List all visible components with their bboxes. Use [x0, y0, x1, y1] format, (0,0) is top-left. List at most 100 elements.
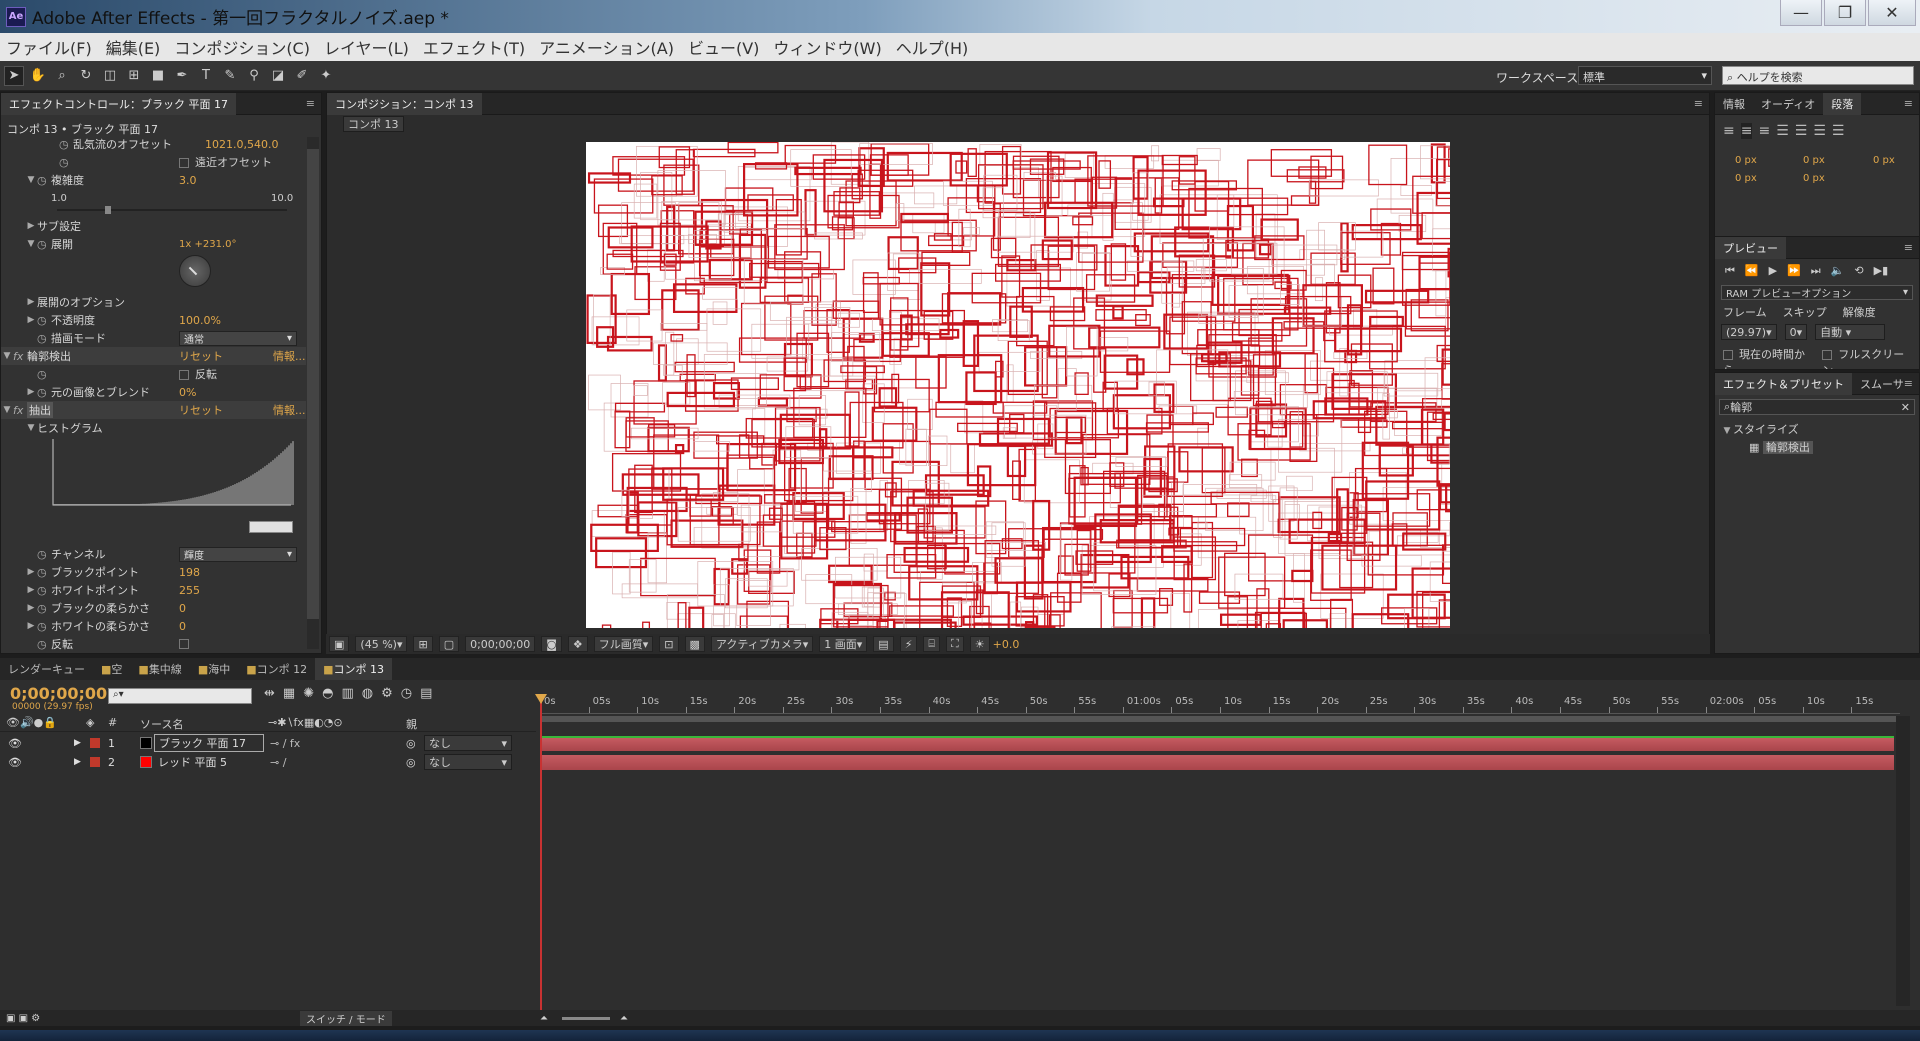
- visibility-icon[interactable]: 👁: [8, 756, 22, 769]
- camera-dropdown[interactable]: アクティブカメラ ▾: [710, 636, 814, 652]
- tab-composition[interactable]: コンポジション：コンポ 13: [327, 93, 482, 115]
- slider-thumb[interactable]: [105, 206, 111, 214]
- from-current-checkbox[interactable]: [1723, 350, 1733, 360]
- draft-3d-icon[interactable]: ✺: [303, 686, 314, 701]
- histogram-range-handle[interactable]: [249, 521, 293, 533]
- tab-info[interactable]: 情報: [1715, 93, 1753, 115]
- fast-preview-icon[interactable]: ⚡: [899, 636, 918, 652]
- switch-mode-toggle[interactable]: スイッチ / モード: [300, 1010, 392, 1026]
- prev-frame-icon[interactable]: ⏪: [1745, 264, 1759, 278]
- tab-comp-underwater[interactable]: ■ 海中: [190, 658, 238, 680]
- channel-icon[interactable]: ❖: [567, 636, 588, 652]
- eraser-tool-icon[interactable]: ◪: [268, 66, 288, 86]
- shy-layers-icon[interactable]: ◓: [322, 686, 333, 701]
- exposure-value[interactable]: +0.0: [993, 638, 1020, 651]
- complexity-slider[interactable]: [57, 206, 287, 214]
- minimize-button[interactable]: —: [1780, 0, 1822, 26]
- tab-effect-controls[interactable]: エフェクトコントロール：ブラック 平面 17: [1, 93, 236, 115]
- comp-breadcrumb[interactable]: コンポ 13: [343, 116, 404, 132]
- help-search-input[interactable]: ⌕ ヘルプを検索: [1722, 66, 1914, 85]
- expand-icon[interactable]: ▶: [25, 603, 37, 613]
- align-right-icon[interactable]: ≡: [1758, 123, 1770, 139]
- effect-extract[interactable]: 抽出: [27, 402, 53, 418]
- text-tool-icon[interactable]: T: [196, 66, 216, 86]
- fullscreen-checkbox[interactable]: [1822, 350, 1833, 360]
- layer-duration-bar[interactable]: [542, 736, 1894, 751]
- source-name-column[interactable]: ソース名: [140, 716, 183, 732]
- expand-icon[interactable]: ▼: [1, 405, 13, 415]
- menu-view[interactable]: ビュー(V): [688, 35, 759, 59]
- grid-icon[interactable]: ⊞: [413, 636, 433, 652]
- tab-paragraph[interactable]: 段落: [1823, 93, 1862, 115]
- white-softness-value[interactable]: 0: [179, 620, 186, 633]
- expand-icon[interactable]: ▶: [25, 221, 37, 231]
- stopwatch-icon[interactable]: ◷: [37, 638, 51, 651]
- parent-pickwhip-icon[interactable]: ◎: [406, 756, 416, 769]
- work-area-bar[interactable]: [540, 716, 1900, 722]
- stopwatch-icon[interactable]: ◷: [37, 620, 51, 633]
- expand-icon[interactable]: ▶: [25, 585, 37, 595]
- panel-menu-icon[interactable]: ≡: [1694, 97, 1703, 110]
- expand-icon[interactable]: ▶: [25, 621, 37, 631]
- rectangle-tool-icon[interactable]: ■: [148, 66, 168, 86]
- evolution-dial-icon[interactable]: [179, 255, 211, 287]
- expand-icon[interactable]: ▶: [74, 757, 81, 767]
- tab-effects-presets[interactable]: エフェクト＆プリセット: [1715, 373, 1852, 395]
- expand-icon[interactable]: ▶: [25, 567, 37, 577]
- info-link[interactable]: 情報...: [273, 402, 306, 418]
- menu-layer[interactable]: レイヤー(L): [324, 35, 409, 59]
- expand-icon[interactable]: ▶: [25, 315, 37, 325]
- clone-tool-icon[interactable]: ⚲: [244, 66, 264, 86]
- layer-name[interactable]: レッド 平面 5: [158, 754, 227, 770]
- fx-icon[interactable]: fx: [13, 350, 27, 363]
- pan-behind-tool-icon[interactable]: ⊞: [124, 66, 144, 86]
- stopwatch-icon[interactable]: ◷: [37, 386, 51, 399]
- panel-menu-icon[interactable]: ≡: [1904, 377, 1913, 390]
- zoom-tool-icon[interactable]: ⌕: [52, 66, 72, 86]
- always-preview-icon[interactable]: ▣: [329, 636, 350, 652]
- camera-tool-icon[interactable]: ◫: [100, 66, 120, 86]
- transparency-grid-icon[interactable]: ▩: [684, 636, 705, 652]
- stopwatch-icon[interactable]: ◷: [59, 138, 73, 151]
- first-frame-icon[interactable]: ⏮: [1725, 264, 1735, 278]
- layer-name[interactable]: ブラック 平面 17: [154, 734, 264, 752]
- stopwatch-icon[interactable]: ◷: [37, 566, 51, 579]
- fx-icon[interactable]: fx: [13, 404, 27, 417]
- play-icon[interactable]: ▶: [1769, 264, 1777, 278]
- stopwatch-icon[interactable]: ◷: [37, 332, 51, 345]
- reset-link[interactable]: リセット: [179, 348, 223, 364]
- ram-preview-icon[interactable]: ▶▮: [1874, 264, 1889, 278]
- zoom-dropdown[interactable]: (45 %) ▾: [355, 636, 408, 652]
- opacity-value[interactable]: 100.0%: [179, 314, 221, 327]
- effect-controls-scrollbar[interactable]: [307, 137, 319, 649]
- hand-tool-icon[interactable]: ✋: [28, 66, 48, 86]
- motion-blur-icon[interactable]: ◍: [362, 686, 373, 701]
- live-update-icon[interactable]: ▦: [283, 686, 295, 701]
- black-softness-value[interactable]: 0: [179, 602, 186, 615]
- justify-center-icon[interactable]: ☰: [1795, 123, 1808, 139]
- indent-first-value[interactable]: 0 px: [1873, 155, 1895, 166]
- indent-right-value[interactable]: 0 px: [1803, 155, 1825, 166]
- expand-icon[interactable]: ▼: [25, 175, 37, 185]
- blend-original-value[interactable]: 0%: [179, 386, 196, 399]
- resolution-dropdown[interactable]: 自動 ▾: [1815, 324, 1886, 340]
- clear-search-icon[interactable]: ✕: [1901, 401, 1910, 414]
- stopwatch-icon[interactable]: ◷: [37, 238, 51, 251]
- region-icon[interactable]: ⊡: [659, 636, 679, 652]
- justify-all-icon[interactable]: ☰: [1832, 123, 1845, 139]
- parent-pickwhip-icon[interactable]: ◎: [406, 737, 416, 750]
- justify-right-icon[interactable]: ☰: [1813, 123, 1826, 139]
- panel-menu-icon[interactable]: ≡: [306, 97, 315, 110]
- parent-dropdown[interactable]: なし ▾: [424, 735, 512, 751]
- panel-menu-icon[interactable]: ≡: [1904, 241, 1913, 254]
- timeline-scrollbar[interactable]: [1896, 716, 1910, 1006]
- views-dropdown[interactable]: 1 画面 ▾: [819, 636, 868, 652]
- frame-blending-icon[interactable]: ▥: [341, 686, 353, 701]
- pen-tool-icon[interactable]: ✒: [172, 66, 192, 86]
- parent-dropdown[interactable]: なし ▾: [424, 754, 512, 770]
- skip-dropdown[interactable]: 0 ▾: [1784, 324, 1808, 340]
- white-point-value[interactable]: 255: [179, 584, 200, 597]
- flowchart-icon[interactable]: ⛶: [946, 636, 964, 652]
- layer-search-input[interactable]: ⌕▾: [108, 688, 252, 704]
- layer-switches[interactable]: ⊸ ∕: [270, 756, 286, 769]
